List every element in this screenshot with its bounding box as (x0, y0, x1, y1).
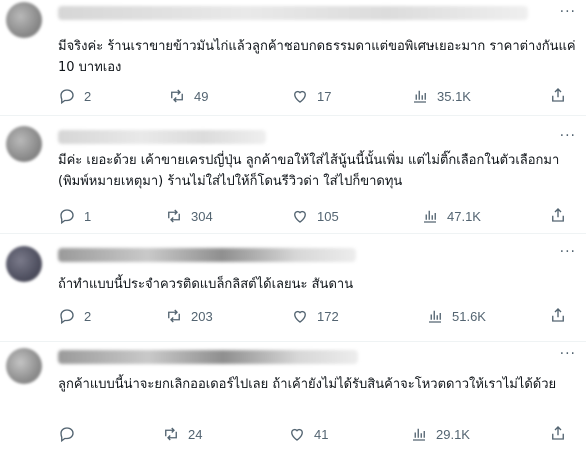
more-icon[interactable]: ··· (560, 4, 576, 20)
repost-button[interactable]: 49 (168, 86, 208, 106)
post-1: ··· มีจริงค่ะ ร้านเราขายข้าวมันไก่แล้วลู… (0, 0, 586, 116)
more-icon[interactable]: ··· (560, 244, 576, 260)
views-count: 29.1K (436, 426, 470, 442)
like-button[interactable]: 105 (291, 206, 339, 226)
views-icon (429, 310, 441, 323)
reply-button[interactable]: 2 (58, 306, 91, 326)
like-button[interactable]: 41 (288, 424, 328, 444)
share-icon (552, 426, 564, 440)
share-icon (552, 88, 564, 102)
author-header-blurred (58, 350, 358, 364)
avatar[interactable] (6, 246, 42, 282)
views-count: 47.1K (447, 208, 481, 224)
author-header-blurred (58, 248, 356, 262)
like-icon (294, 310, 306, 323)
avatar[interactable] (6, 348, 42, 384)
views-button[interactable]: 29.1K (410, 424, 470, 444)
repost-icon (165, 427, 177, 441)
post-text: ถ้าทำแบบนี้ประจำควรติดแบล็กลิสต์ได้เลยนะ… (58, 277, 354, 292)
reply-count: 2 (84, 308, 92, 324)
like-icon (294, 90, 306, 103)
repost-count: 24 (188, 426, 203, 442)
post-text: ลูกค้าแบบนี้น่าจะยกเลิกออเดอร์ไปเลย ถ้าเ… (58, 377, 557, 392)
share-icon (552, 208, 564, 222)
like-count: 17 (317, 88, 332, 104)
reply-icon (60, 309, 74, 325)
repost-count: 304 (191, 208, 213, 224)
post-text: มีจริงค่ะ ร้านเราขายข้าวมันไก่แล้วลูกค้า… (58, 39, 576, 75)
post-4: ··· ลูกค้าแบบนี้น่าจะยกเลิกออเดอร์ไปเลย … (0, 344, 586, 450)
like-button[interactable]: 17 (291, 86, 331, 106)
author-header-blurred (58, 6, 528, 20)
like-count: 172 (317, 308, 339, 324)
reply-icon (60, 209, 74, 225)
repost-button[interactable]: 304 (165, 206, 213, 226)
reply-icon (60, 427, 74, 443)
views-button[interactable]: 51.6K (426, 306, 486, 326)
repost-count: 49 (194, 88, 209, 104)
like-icon (291, 428, 303, 441)
like-button[interactable]: 172 (291, 306, 339, 326)
like-count: 105 (317, 208, 339, 224)
action-bar: 2 203 172 51.6K (0, 306, 586, 326)
repost-icon (168, 309, 180, 323)
reply-button[interactable]: 2 (58, 86, 91, 106)
share-button[interactable] (549, 424, 567, 445)
reply-icon (60, 89, 74, 105)
views-icon (413, 428, 425, 441)
views-button[interactable]: 47.1K (421, 206, 481, 226)
avatar[interactable] (6, 126, 42, 162)
reply-count: 2 (84, 88, 92, 104)
views-button[interactable]: 35.1K (411, 86, 471, 106)
views-count: 35.1K (437, 88, 471, 104)
reply-count: 1 (84, 208, 92, 224)
more-icon[interactable]: ··· (560, 346, 576, 362)
action-bar: 2 49 17 35.1K (0, 86, 586, 106)
post-text: มีค่ะ เยอะด้วย เค้าขายเครปญี่ปุ่น ลูกค้า… (58, 153, 560, 189)
like-icon (294, 210, 306, 223)
views-count: 51.6K (452, 308, 486, 324)
avatar[interactable] (6, 2, 42, 38)
post-2: ··· มีค่ะ เยอะด้วย เค้าขายเครปญี่ปุ่น ลู… (0, 118, 586, 234)
like-count: 41 (314, 426, 329, 442)
reply-button[interactable] (58, 424, 76, 444)
reply-button[interactable]: 1 (58, 206, 91, 226)
action-bar: 1 304 105 47.1K (0, 206, 586, 226)
share-button[interactable] (549, 86, 567, 107)
share-icon (552, 308, 564, 322)
repost-button[interactable]: 24 (162, 424, 202, 444)
repost-icon (168, 209, 180, 223)
repost-icon (171, 89, 183, 103)
share-button[interactable] (549, 206, 567, 227)
action-bar: 24 41 29.1K (0, 424, 586, 444)
views-icon (424, 210, 436, 223)
share-button[interactable] (549, 306, 567, 327)
views-icon (414, 90, 426, 103)
repost-count: 203 (191, 308, 213, 324)
post-3: ··· ถ้าทำแบบนี้ประจำควรติดแบล็กลิสต์ได้เ… (0, 236, 586, 342)
author-header-blurred (58, 130, 266, 144)
more-icon[interactable]: ··· (560, 128, 576, 144)
repost-button[interactable]: 203 (165, 306, 213, 326)
